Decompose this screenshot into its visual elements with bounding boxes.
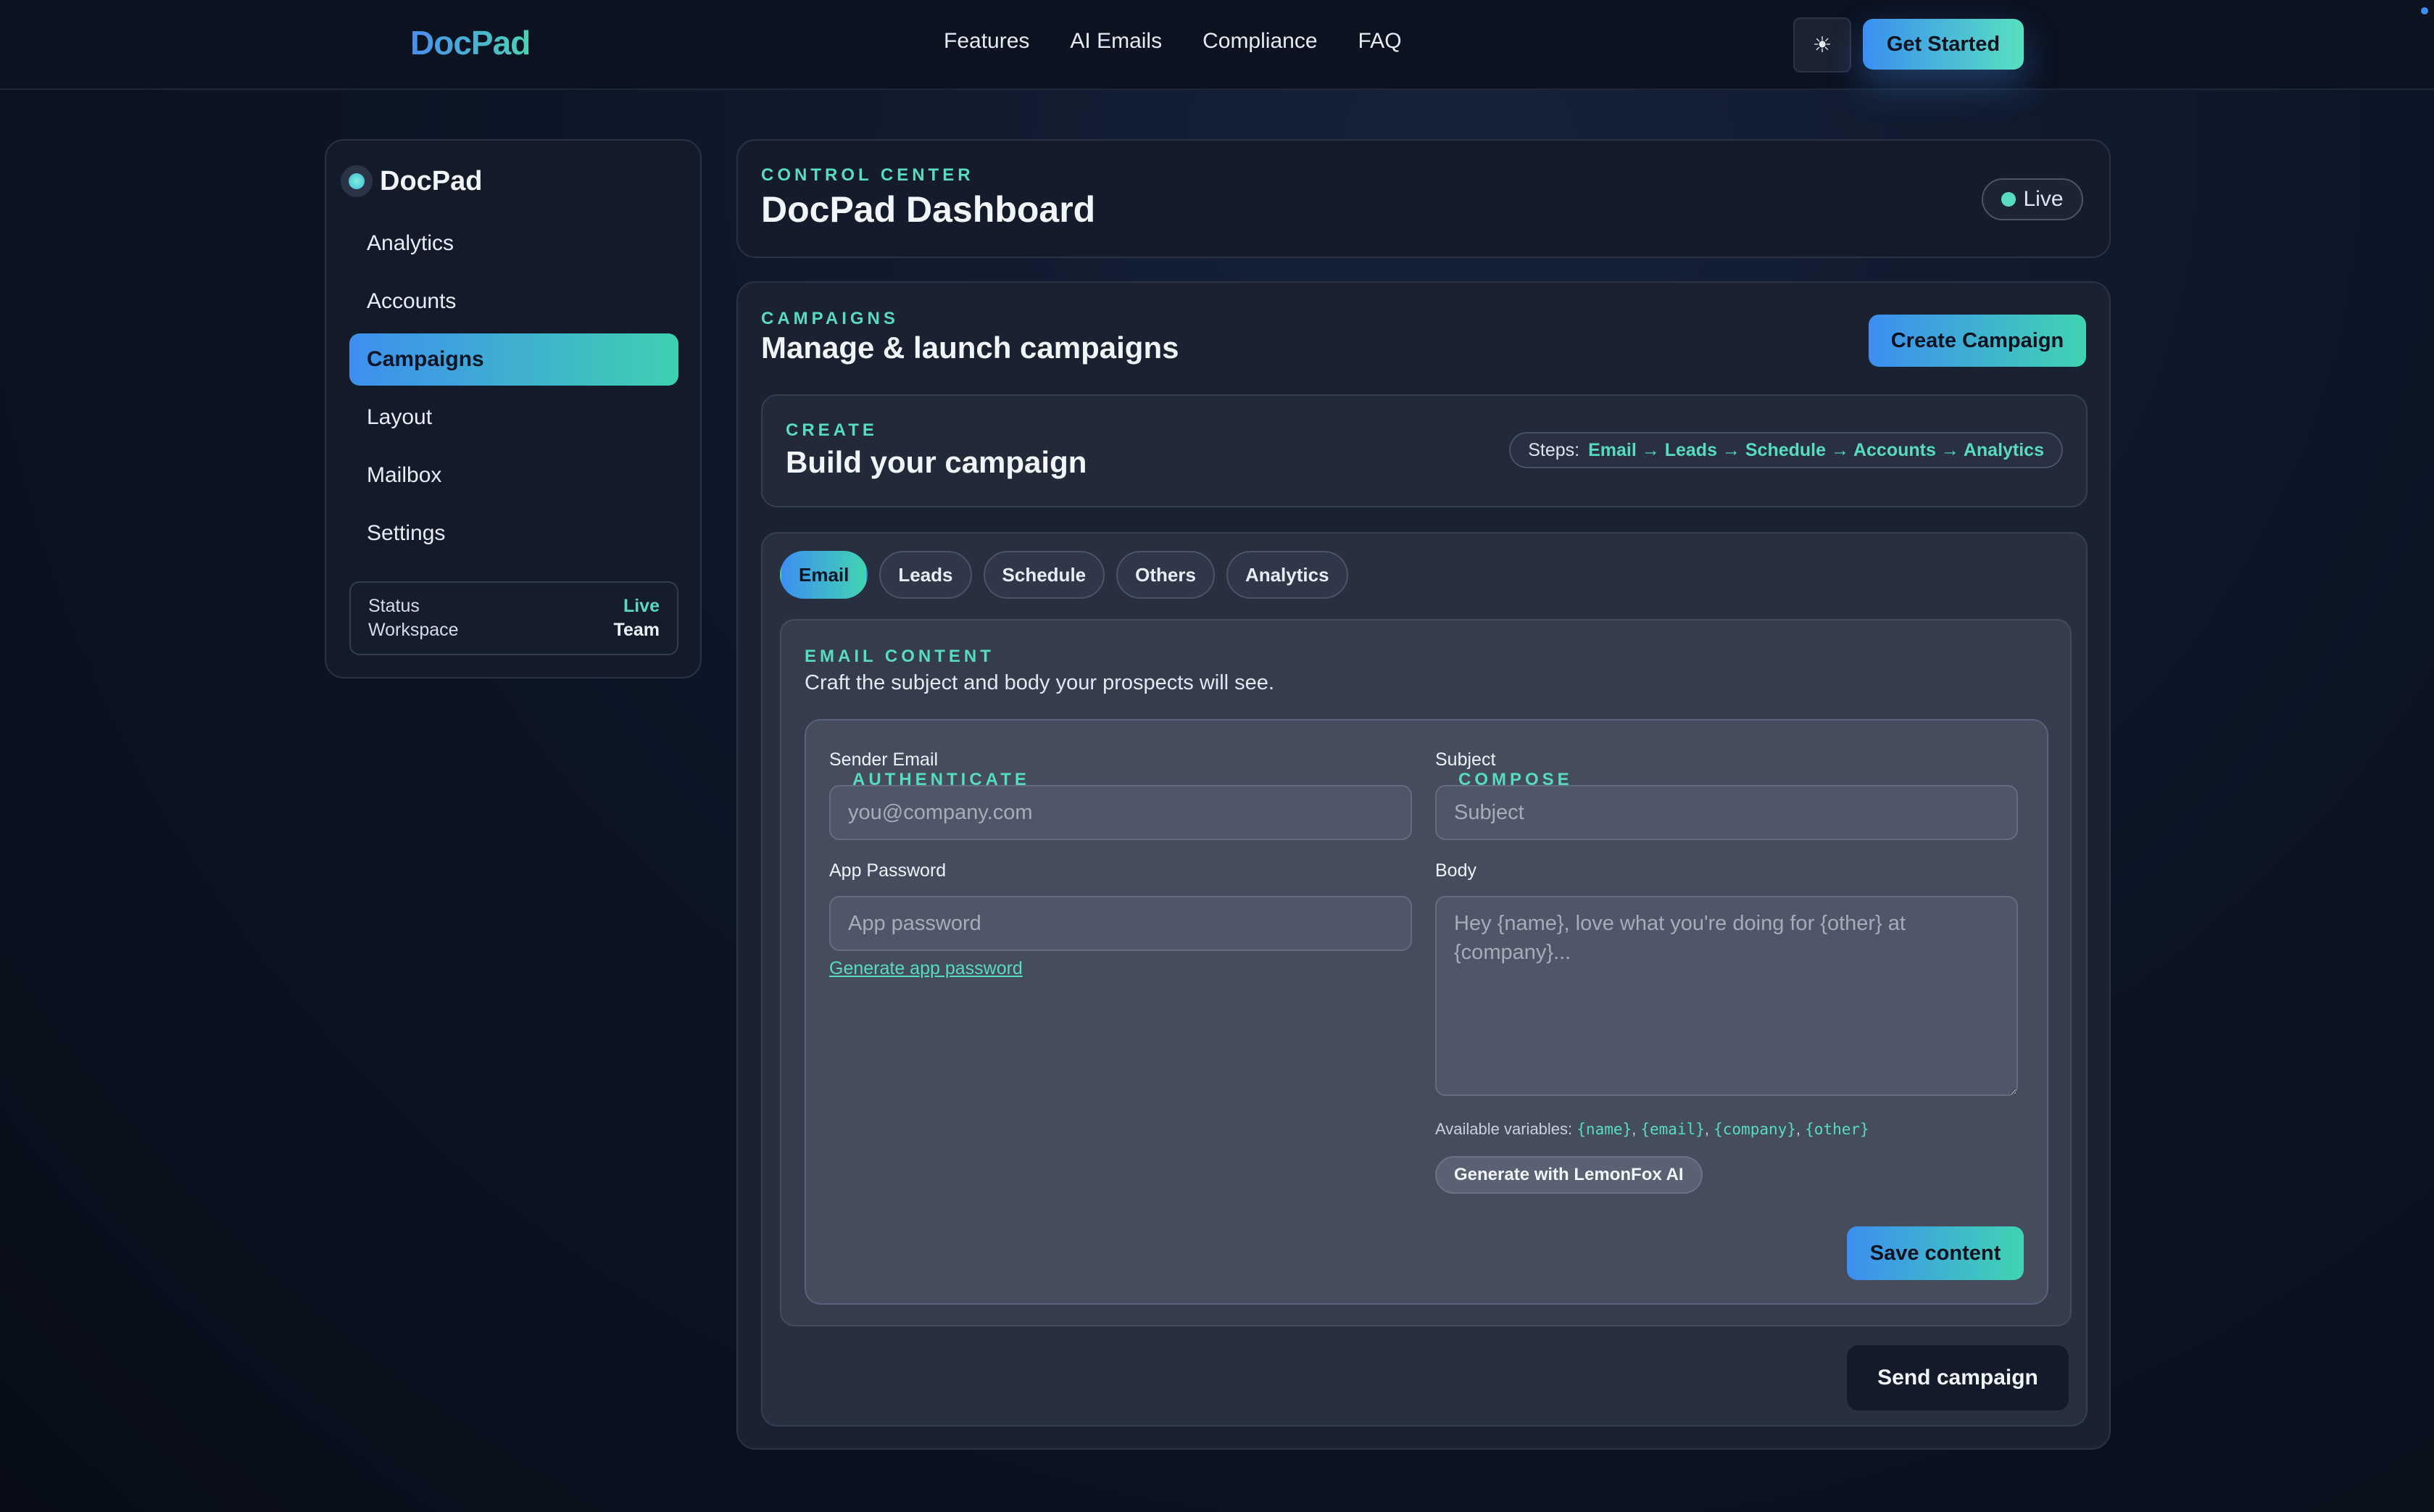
live-status-badge: Live: [1982, 178, 2083, 220]
header-eyebrow: CONTROL CENTER: [761, 165, 974, 185]
theme-toggle-button[interactable]: ☀: [1793, 17, 1851, 72]
live-badge-label: Live: [2023, 187, 2064, 211]
sun-icon: ☀: [1812, 33, 1832, 57]
campaigns-card: CAMPAIGNS Manage & launch campaigns Crea…: [736, 281, 2111, 1450]
build-title: Build your campaign: [786, 445, 1087, 479]
steps-sequence: Email → Leads → Schedule → Accounts → An…: [1588, 439, 2044, 460]
save-content-button[interactable]: Save content: [1847, 1226, 2024, 1280]
email-content-panel: EMAIL CONTENT Craft the subject and body…: [780, 619, 2072, 1326]
sender-email-label: Sender Email: [829, 749, 939, 770]
send-campaign-button[interactable]: Send campaign: [1847, 1345, 2069, 1411]
body-textarea[interactable]: [1435, 896, 2018, 1096]
workspace-label: Workspace: [368, 620, 459, 640]
workspace-status-box: Status Live Workspace Team: [349, 581, 678, 655]
sidebar-item-analytics[interactable]: Analytics: [349, 217, 678, 270]
sidebar-brand-name: DocPad: [380, 165, 483, 196]
steps-label: Steps:: [1528, 439, 1580, 460]
authenticate-column: AUTHENTICATE Sender Email App Password G…: [829, 744, 1412, 979]
variable-name: {name}: [1577, 1121, 1632, 1138]
variables-label: Available variables:: [1435, 1120, 1573, 1138]
sidebar-item-settings[interactable]: Settings: [349, 507, 678, 560]
email-form: AUTHENTICATE Sender Email App Password G…: [805, 719, 2048, 1305]
page-title: DocPad Dashboard: [761, 189, 1096, 230]
sidebar: DocPad Analytics Accounts Campaigns Layo…: [325, 139, 702, 678]
brand-dot-icon: [341, 165, 373, 197]
campaign-tabs: Email Leads Schedule Others Analytics: [780, 551, 1348, 599]
body-label: Body: [1435, 860, 1476, 881]
status-label: Status: [368, 596, 420, 616]
tab-schedule[interactable]: Schedule: [983, 551, 1105, 599]
sidebar-brand: DocPad: [341, 165, 482, 197]
build-eyebrow: CREATE: [786, 420, 878, 440]
nav-link-features[interactable]: Features: [944, 29, 1029, 54]
compose-column: COMPOSE Subject Body Available variables…: [1435, 744, 2018, 1194]
create-campaign-button[interactable]: Create Campaign: [1869, 315, 2086, 367]
campaigns-title: Manage & launch campaigns: [761, 331, 1179, 365]
dashboard-header: CONTROL CENTER DocPad Dashboard Live: [736, 139, 2111, 258]
sidebar-item-mailbox[interactable]: Mailbox: [349, 449, 678, 502]
sidebar-menu: Analytics Accounts Campaigns Layout Mail…: [349, 217, 678, 565]
variable-company: {company}: [1714, 1121, 1796, 1138]
compose-eyebrow: COMPOSE: [1458, 770, 1573, 789]
generate-ai-button[interactable]: Generate with LemonFox AI: [1435, 1156, 1703, 1194]
tab-analytics[interactable]: Analytics: [1226, 551, 1348, 599]
available-variables: Available variables: {name}, {email}, {c…: [1435, 1120, 1869, 1138]
status-value: Live: [623, 596, 660, 616]
app-password-label: App Password: [829, 860, 947, 881]
sender-email-input[interactable]: [829, 785, 1412, 840]
email-content-description: Craft the subject and body your prospect…: [805, 671, 1274, 694]
app-password-input[interactable]: [829, 896, 1412, 951]
nav-link-faq[interactable]: FAQ: [1358, 29, 1402, 54]
live-dot-icon: [2001, 192, 2016, 207]
nav-link-ai-emails[interactable]: AI Emails: [1070, 29, 1162, 54]
build-campaign-panel: CREATE Build your campaign Steps: Email …: [761, 394, 2088, 507]
top-navbar: DocPad Features AI Emails Compliance FAQ…: [0, 0, 2434, 90]
get-started-button[interactable]: Get Started: [1863, 19, 2024, 70]
tab-leads[interactable]: Leads: [879, 551, 972, 599]
generate-app-password-link[interactable]: Generate app password: [829, 958, 1023, 979]
sidebar-item-accounts[interactable]: Accounts: [349, 275, 678, 328]
notification-dot: [2421, 7, 2428, 14]
email-content-eyebrow: EMAIL CONTENT: [805, 647, 994, 666]
tab-others[interactable]: Others: [1116, 551, 1215, 599]
nav-link-compliance[interactable]: Compliance: [1203, 29, 1317, 54]
sidebar-item-layout[interactable]: Layout: [349, 391, 678, 444]
campaigns-eyebrow: CAMPAIGNS: [761, 309, 899, 328]
subject-label: Subject: [1435, 749, 1496, 770]
subject-input[interactable]: [1435, 785, 2018, 840]
brand-logo[interactable]: DocPad: [410, 23, 531, 62]
nav-links: Features AI Emails Compliance FAQ: [944, 29, 1402, 54]
tab-email[interactable]: Email: [780, 551, 868, 599]
variable-email: {email}: [1640, 1121, 1705, 1138]
workspace-value: Team: [613, 620, 660, 640]
campaign-builder: Email Leads Schedule Others Analytics EM…: [761, 532, 2088, 1426]
variable-other: {other}: [1805, 1121, 1869, 1138]
steps-indicator: Steps: Email → Leads → Schedule → Accoun…: [1509, 432, 2063, 468]
authenticate-eyebrow: AUTHENTICATE: [852, 770, 1030, 789]
sidebar-item-campaigns[interactable]: Campaigns: [349, 333, 678, 386]
